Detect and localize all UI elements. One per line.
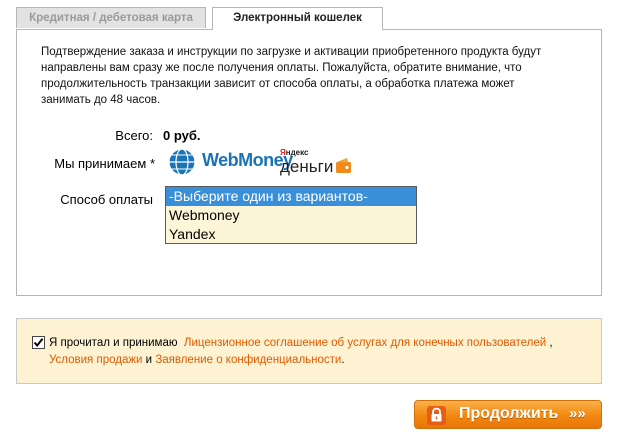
continue-label: Продолжить <box>459 405 559 422</box>
privacy-statement-link[interactable]: Заявление о конфиденциальности <box>155 354 341 366</box>
payment-option-webmoney[interactable]: Webmoney <box>166 206 416 225</box>
agreement-checkbox[interactable] <box>32 336 45 349</box>
agreement-comma: , <box>549 337 553 349</box>
agreement-and: и <box>145 354 153 366</box>
webmoney-logo: WebMoney <box>166 146 293 178</box>
intro-text: Подтверждение заказа и инструкции по заг… <box>41 46 542 106</box>
yandex-money-wordmark: деньги <box>280 157 334 176</box>
agreement-prefix: Я прочитал и принимаю <box>49 337 178 349</box>
license-agreement-link[interactable]: Лицензионное соглашение об услугах для к… <box>184 337 546 349</box>
agreement-line-2: Условия продажи и Заявление о конфиденци… <box>49 352 599 368</box>
accept-label: Мы принимаем * <box>54 156 155 171</box>
lock-icon <box>431 407 442 422</box>
total-label: Всего: <box>115 128 153 143</box>
terms-of-sale-link[interactable]: Условия продажи <box>49 354 142 366</box>
total-value: 0 руб. <box>163 128 201 143</box>
webmoney-globe-icon <box>168 148 196 176</box>
e-wallet-panel: Подтверждение заказа и инструкции по заг… <box>16 29 602 296</box>
payment-method-listbox[interactable]: -Выберите один из вариантов- Webmoney Ya… <box>165 186 417 244</box>
agreement-period: . <box>341 354 345 366</box>
agreement-box: Я прочитал и принимаю Лицензионное согла… <box>16 318 602 384</box>
double-chevron-right-icon: »» <box>569 405 586 422</box>
yandex-wallet-icon <box>336 158 351 173</box>
payment-method-label: Способ оплаты <box>60 192 153 207</box>
lock-icon-box <box>427 406 446 425</box>
yandex-money-logo: Яндекс деньги <box>278 146 354 180</box>
yandex-small-wordmark: Яндекс <box>280 148 309 157</box>
checkmark-icon <box>33 338 44 348</box>
payment-option-placeholder[interactable]: -Выберите один из вариантов- <box>166 187 416 206</box>
payment-option-yandex[interactable]: Yandex <box>166 225 416 244</box>
continue-button[interactable]: Продолжить »» <box>414 400 602 429</box>
agreement-line-1: Я прочитал и принимаю Лицензионное согла… <box>49 335 599 351</box>
tab-card[interactable]: Кредитная / дебетовая карта <box>16 7 206 28</box>
tab-e-wallet[interactable]: Электронный кошелек <box>212 7 383 30</box>
